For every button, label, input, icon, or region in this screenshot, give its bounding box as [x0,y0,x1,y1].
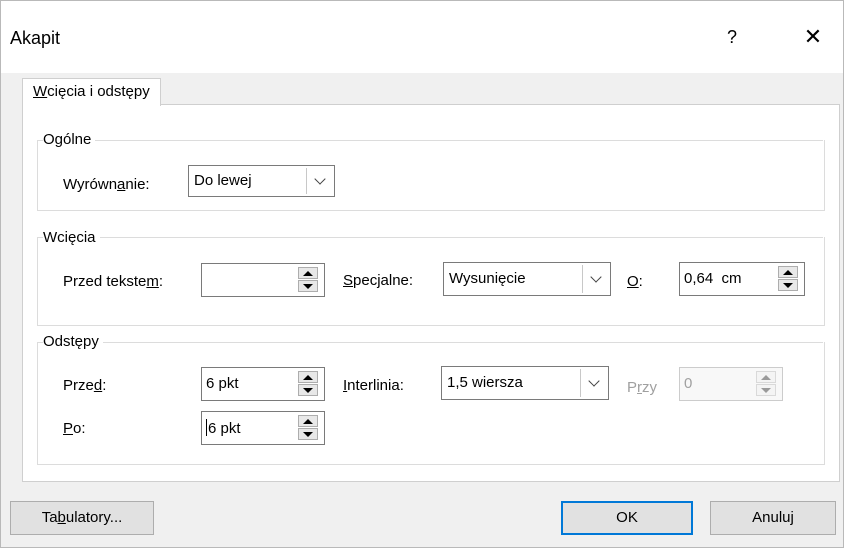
alignment-combo[interactable]: Do lewej [188,165,335,197]
arrow-down-icon [303,283,313,289]
at-spinner: 0 [679,367,783,401]
arrow-up-icon [303,418,313,424]
arrow-up-icon [761,374,771,380]
tab-strip: Wcięcia i odstępy [9,73,839,106]
alignment-value: Do lewej [194,172,252,189]
at-up-button [756,371,776,383]
paragraph-dialog: Akapit ? ✕ Wcięcia i odstępy Ogólne Wyró… [0,0,844,548]
spacing-after-spinner[interactable]: 6 pkt [201,411,325,445]
arrow-down-icon [303,431,313,437]
special-value: Wysunięcie [449,270,526,287]
indent-by-spinner[interactable]: 0,64 cm [679,262,805,296]
help-button[interactable]: ? [717,19,747,55]
indent-before-up-button[interactable] [298,267,318,279]
special-label: Specjalne: [343,272,414,289]
tab-mnemonic: W [33,83,48,100]
indent-by-down-button[interactable] [778,279,798,291]
chevron-down-icon [589,271,602,283]
ok-button[interactable]: OK [561,501,693,535]
general-group-title: Ogólne [43,131,96,148]
alignment-dropdown-button[interactable] [306,168,332,194]
chevron-down-icon [313,173,326,185]
special-dropdown-button[interactable] [582,265,608,293]
spacing-group [37,342,825,465]
spacing-after-value[interactable]: 6 pkt [206,419,241,437]
spacing-before-label: Przed: [63,377,107,394]
spacing-group-title: Odstępy [43,333,103,350]
arrow-down-icon [783,282,793,288]
chevron-down-icon [587,375,600,387]
dialog-title: Akapit [10,28,61,48]
tab-page: Ogólne Wyrównanie: Do lewej Wcięcia Prze… [22,104,840,482]
special-combo[interactable]: Wysunięcie [443,262,611,296]
arrow-down-icon [761,387,771,393]
indent-by-up-button[interactable] [778,266,798,278]
spacing-group-top-border [37,342,823,343]
indent-by-label: O: [627,273,643,290]
spacing-before-up-button[interactable] [298,371,318,383]
spacing-before-spinner[interactable]: 6 pkt [201,367,325,401]
text-caret [206,419,207,436]
at-label: Przy [627,379,658,396]
arrow-up-icon [783,269,793,275]
line-spacing-dropdown-button[interactable] [580,369,606,397]
arrow-up-icon [303,374,313,380]
close-icon: ✕ [803,24,823,49]
indent-before-spinner[interactable] [201,263,325,297]
line-spacing-combo[interactable]: 1,5 wiersza [441,366,609,400]
indent-by-value[interactable]: 0,64 cm [684,270,742,287]
cancel-button[interactable]: Anuluj [710,501,836,535]
tab-label: cięcia i odstępy [47,83,150,100]
line-spacing-value: 1,5 wiersza [447,374,523,391]
spacing-after-up-button[interactable] [298,415,318,427]
spacing-before-down-button[interactable] [298,384,318,396]
spacing-before-value[interactable]: 6 pkt [206,375,239,392]
indents-group-title: Wcięcia [43,229,100,246]
title-bar: Akapit ? ✕ [1,1,843,73]
spacing-after-text: 6 pkt [208,420,241,437]
tabs-button[interactable]: Tabulatory... [10,501,154,535]
arrow-up-icon [303,270,313,276]
arrow-down-icon [303,387,313,393]
general-group [37,140,825,211]
indents-group-top-border [37,237,823,238]
tab-indents-and-spacing[interactable]: Wcięcia i odstępy [22,78,161,106]
at-down-button [756,384,776,396]
line-spacing-label: Interlinia: [343,377,404,394]
spacing-after-label: Po: [63,420,86,437]
spacing-after-down-button[interactable] [298,428,318,440]
at-value: 0 [684,375,693,392]
general-group-top-border [37,140,823,141]
indent-before-label: Przed tekstem: [63,273,164,290]
indent-before-down-button[interactable] [298,280,318,292]
alignment-label: Wyrównanie: [63,176,150,193]
close-button[interactable]: ✕ [791,19,835,55]
